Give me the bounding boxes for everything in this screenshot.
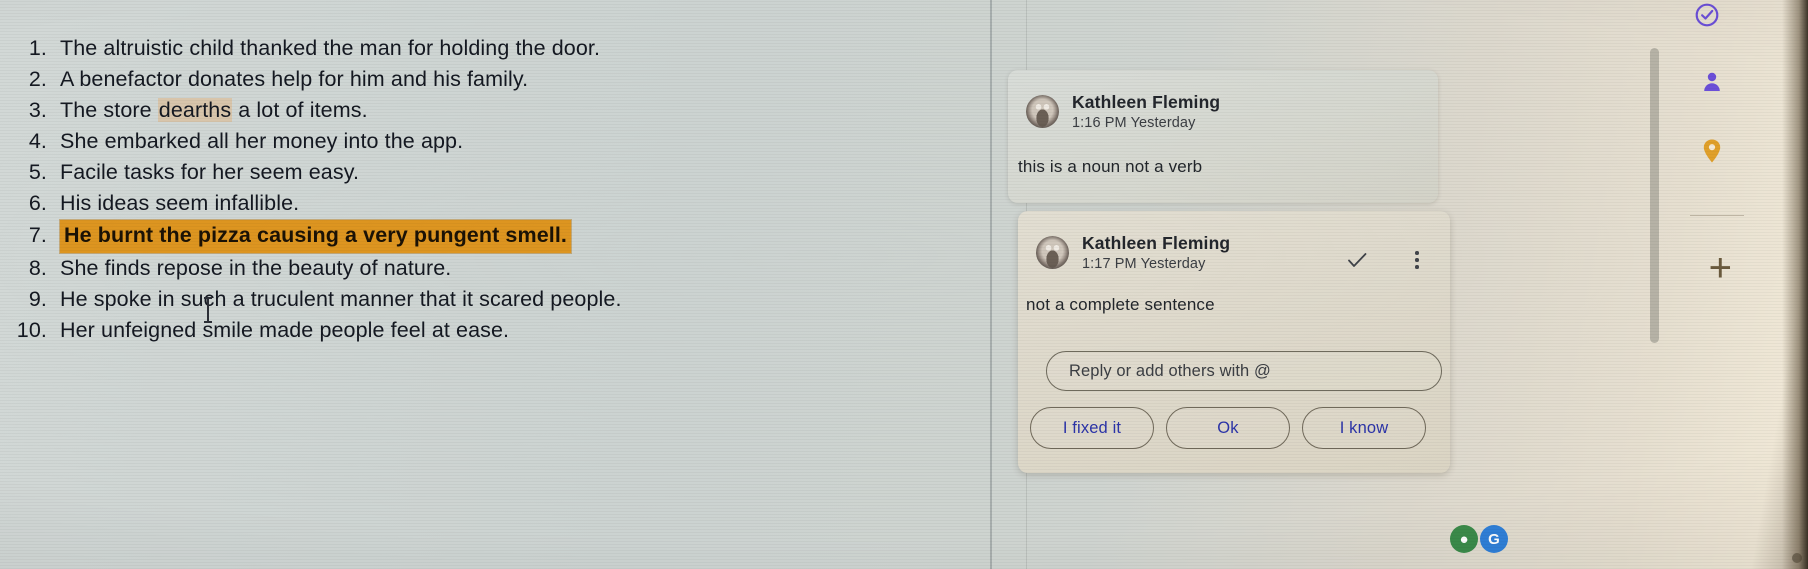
list-item-number: 6.	[28, 191, 47, 215]
list-item-number: 9.	[28, 287, 47, 311]
list-item-text: The altruistic child thanked the man for…	[60, 36, 601, 60]
numbered-sentence-list: 1. The altruistic child thanked the man …	[14, 34, 990, 346]
screen-corner-artifact	[1792, 553, 1802, 563]
list-item[interactable]: 9. He spoke in such a truculent manner t…	[14, 285, 990, 315]
list-item[interactable]: 4. She embarked all her money into the a…	[14, 127, 990, 157]
comment-meta: Kathleen Fleming 1:17 PM Yesterday	[1082, 233, 1230, 272]
comment-author: Kathleen Fleming	[1072, 92, 1221, 112]
more-options-icon[interactable]	[1404, 247, 1430, 273]
reply-input[interactable]: Reply or add others with @	[1046, 351, 1442, 391]
avatar	[1026, 95, 1059, 128]
rail-divider	[1690, 215, 1744, 216]
avatar	[1036, 236, 1069, 269]
suggested-reply-chips: I fixed it Ok I know	[1030, 407, 1426, 449]
list-item-text: He spoke in such a truculent manner that…	[60, 287, 622, 311]
kebab-dot	[1415, 251, 1419, 255]
comment-card-1[interactable]: Kathleen Fleming 1:16 PM Yesterday this …	[1008, 70, 1438, 203]
vertical-scrollbar[interactable]	[1650, 48, 1659, 343]
list-item[interactable]: 10. Her unfeigned smile made people feel…	[14, 297, 990, 346]
comment-body: this is a noun not a verb	[1018, 157, 1203, 176]
list-item[interactable]: 6. His ideas seem infallible.	[14, 189, 990, 219]
floating-widgets: ● G	[1450, 525, 1508, 553]
list-item-number: 3.	[28, 98, 47, 122]
chip-i-fixed-it[interactable]: I fixed it	[1030, 407, 1154, 449]
comment-timestamp: 1:16 PM Yesterday	[1072, 115, 1196, 131]
list-item-text: The store dearths a lot of items.	[60, 96, 368, 126]
list-item[interactable]: 1. The altruistic child thanked the man …	[14, 34, 990, 64]
comment-timestamp: 1:17 PM Yesterday	[1082, 256, 1206, 272]
microphone-icon[interactable]: ●	[1450, 525, 1478, 553]
list-item-number: 10.	[16, 318, 47, 342]
kebab-dot	[1415, 265, 1419, 269]
contacts-person-icon[interactable]	[1701, 70, 1723, 99]
kebab-dot	[1415, 258, 1419, 262]
list-item-text: She embarked all her money into the app.	[60, 129, 464, 153]
comment-actions	[1344, 247, 1430, 273]
text-after-highlight: a lot of items.	[232, 98, 368, 122]
list-item-number: 8.	[28, 256, 47, 280]
list-item-number: 4.	[28, 129, 47, 153]
list-item-text: Facile tasks for her seem easy.	[60, 160, 360, 184]
list-item-number: 1.	[28, 36, 47, 60]
comment-meta: Kathleen Fleming 1:16 PM Yesterday	[1072, 92, 1220, 131]
comment-card-2[interactable]: Kathleen Fleming 1:17 PM Yesterday not a…	[1018, 211, 1450, 473]
comment-body: not a complete sentence	[1026, 295, 1215, 314]
list-item-text: She finds repose in the beauty of nature…	[60, 256, 452, 280]
list-item-highlighted[interactable]: 7. He burnt the pizza causing a very pun…	[14, 220, 990, 253]
page-edge-divider	[990, 0, 992, 569]
maps-pin-icon[interactable]	[1702, 138, 1722, 169]
list-item-text: A benefactor donates help for him and hi…	[60, 67, 529, 91]
screen-photo: 1. The altruistic child thanked the man …	[0, 0, 1808, 569]
list-item-text: He burnt the pizza causing a very pungen…	[60, 220, 571, 253]
list-item-text: His ideas seem infallible.	[60, 191, 300, 215]
list-item[interactable]: 5. Facile tasks for her seem easy.	[14, 158, 990, 188]
add-button[interactable]: +	[1709, 248, 1732, 288]
text-before-highlight: The store	[60, 98, 158, 122]
list-item-number: 7.	[28, 223, 47, 247]
resolve-check-icon[interactable]	[1344, 247, 1370, 273]
list-item[interactable]: 3. The store dearths a lot of items.	[14, 96, 990, 126]
highlighted-word: dearths	[157, 98, 233, 122]
document-body: 1. The altruistic child thanked the man …	[0, 0, 990, 569]
tasks-check-icon[interactable]	[1694, 2, 1720, 33]
comment-author: Kathleen Fleming	[1082, 233, 1231, 253]
comment-header: Kathleen Fleming 1:16 PM Yesterday	[1008, 70, 1438, 131]
list-item-number: 5.	[28, 160, 47, 184]
list-item-text: Her unfeigned smile made people feel at …	[60, 297, 509, 346]
google-assistant-icon[interactable]: G	[1480, 525, 1508, 553]
right-side-rail: +	[1478, 0, 1808, 569]
list-item-number: 2.	[28, 67, 47, 91]
chip-i-know[interactable]: I know	[1302, 407, 1426, 449]
chip-ok[interactable]: Ok	[1166, 407, 1290, 449]
list-item[interactable]: 2. A benefactor donates help for him and…	[14, 65, 990, 95]
text-cursor-icon	[204, 297, 212, 323]
list-item[interactable]: 8. She finds repose in the beauty of nat…	[14, 254, 990, 284]
